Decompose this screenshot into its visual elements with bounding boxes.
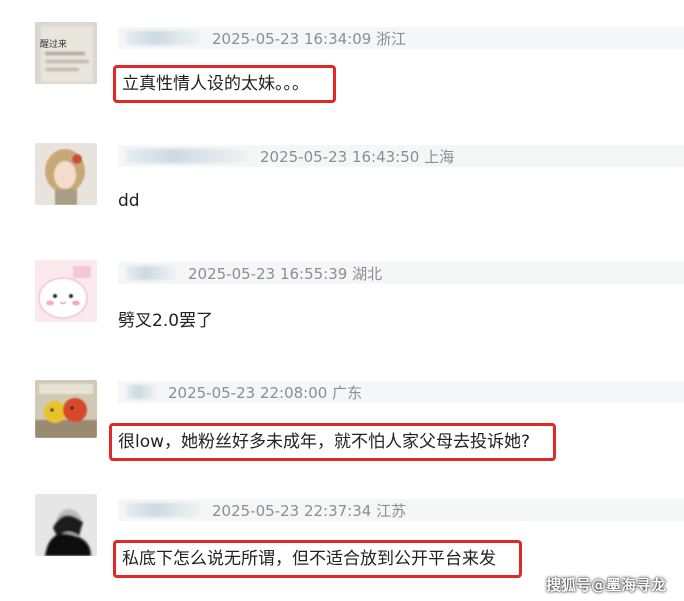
comment-item: 醒过来 2025-05-23 16:34:09 浙江 立真性情人设的太妹。。。 bbox=[0, 0, 684, 118]
username-redacted[interactable] bbox=[126, 31, 200, 45]
comment-item: 2025-05-23 22:08:00 广东 很low，她粉丝好多未成年，就不怕… bbox=[0, 354, 684, 472]
watermark-text: 搜狐号@墨海寻龙 bbox=[545, 576, 666, 594]
comment-item: 2025-05-23 16:55:39 湖北 劈叉2.0罢了 bbox=[0, 236, 684, 354]
dark-person-avatar-icon[interactable] bbox=[35, 494, 97, 556]
comment-meta: 2025-05-23 22:08:00 广东 bbox=[118, 381, 684, 403]
timestamp: 2025-05-23 22:37:34 江苏 bbox=[212, 501, 407, 520]
username-redacted[interactable] bbox=[126, 266, 176, 280]
location: 湖北 bbox=[352, 264, 383, 283]
paper-note-avatar-icon[interactable]: 醒过来 bbox=[35, 22, 97, 84]
cartoon-characters-avatar-icon[interactable] bbox=[35, 380, 97, 438]
location: 上海 bbox=[424, 147, 455, 166]
location: 浙江 bbox=[376, 29, 407, 48]
username-redacted[interactable] bbox=[126, 149, 248, 163]
comment-text-highlighted: 立真性情人设的太妹。。。 bbox=[113, 65, 336, 103]
comment-text-highlighted: 私底下怎么说无所谓，但不适合放到公开平台来发 bbox=[113, 540, 522, 578]
comment-meta: 2025-05-23 22:37:34 江苏 bbox=[118, 499, 684, 521]
comment-meta: 2025-05-23 16:43:50 上海 bbox=[118, 145, 684, 167]
timestamp: 2025-05-23 16:43:50 上海 bbox=[260, 147, 455, 166]
timestamp: 2025-05-23 16:34:09 浙江 bbox=[212, 29, 407, 48]
comment-text-highlighted: 很low，她粉丝好多未成年，就不怕人家父母去投诉她? bbox=[109, 423, 556, 461]
username-redacted[interactable] bbox=[126, 385, 156, 399]
comment-text: 劈叉2.0罢了 bbox=[118, 311, 214, 331]
comment-meta: 2025-05-23 16:55:39 湖北 bbox=[118, 262, 684, 284]
comment-text: dd bbox=[118, 191, 140, 211]
timestamp: 2025-05-23 16:55:39 湖北 bbox=[188, 264, 383, 283]
comment-meta: 2025-05-23 16:34:09 浙江 bbox=[118, 27, 684, 49]
location: 广东 bbox=[332, 383, 363, 402]
avatar-caption: 醒过来 bbox=[40, 40, 68, 50]
timestamp: 2025-05-23 22:08:00 广东 bbox=[168, 383, 363, 402]
username-redacted[interactable] bbox=[126, 503, 200, 517]
painted-woman-avatar-icon[interactable] bbox=[35, 143, 97, 205]
cute-face-avatar-icon[interactable] bbox=[35, 260, 97, 322]
location: 江苏 bbox=[376, 501, 407, 520]
comment-item: 2025-05-23 22:37:34 江苏 私底下怎么说无所谓，但不适合放到公… bbox=[0, 472, 684, 590]
comment-item: 2025-05-23 16:43:50 上海 dd bbox=[0, 118, 684, 236]
